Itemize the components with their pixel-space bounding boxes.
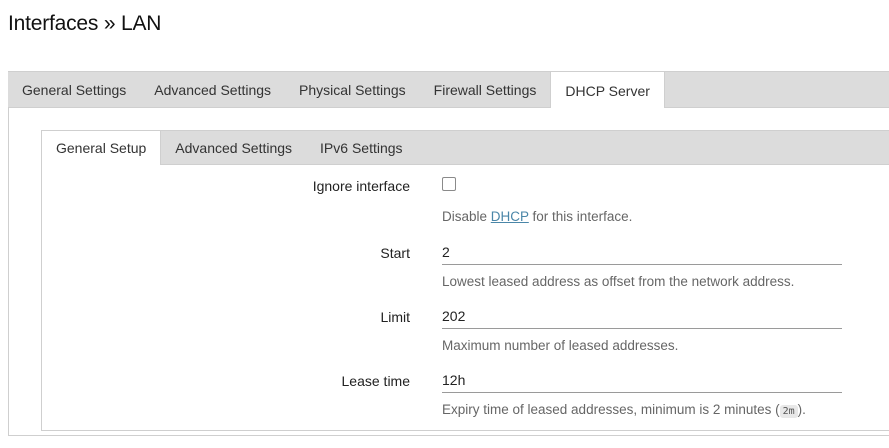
lease-desc-text-before: Expiry time of leased addresses, minimum… bbox=[442, 402, 780, 417]
start-description: Lowest leased address as offset from the… bbox=[442, 274, 795, 289]
ignore-desc-text-before: Disable bbox=[442, 209, 491, 224]
lease-time-label: Lease time bbox=[341, 373, 410, 389]
limit-input[interactable] bbox=[442, 303, 842, 329]
limit-description: Maximum number of leased addresses. bbox=[442, 338, 679, 353]
lease-desc-text-after: ). bbox=[797, 402, 806, 417]
page-title: Interfaces » LAN bbox=[8, 12, 162, 35]
subtab-advanced-settings[interactable]: Advanced Settings bbox=[161, 131, 306, 165]
ignore-desc-text-after: for this interface. bbox=[528, 209, 633, 224]
limit-label: Limit bbox=[380, 309, 410, 325]
lease-time-input[interactable] bbox=[442, 367, 842, 393]
subtab-general-setup[interactable]: General Setup bbox=[41, 130, 162, 165]
main-tab-bar: General Settings Advanced Settings Physi… bbox=[8, 71, 889, 108]
tab-advanced-settings[interactable]: Advanced Settings bbox=[140, 72, 285, 108]
sub-tab-bar: General Setup Advanced Settings IPv6 Set… bbox=[41, 130, 889, 165]
lease-time-description: Expiry time of leased addresses, minimum… bbox=[442, 402, 806, 418]
lease-min-code: 2m bbox=[779, 405, 798, 418]
ignore-interface-description: Disable DHCP for this interface. bbox=[442, 209, 632, 224]
tab-general-settings[interactable]: General Settings bbox=[8, 72, 140, 108]
tab-dhcp-server[interactable]: DHCP Server bbox=[550, 71, 665, 108]
ignore-interface-checkbox[interactable] bbox=[442, 177, 456, 191]
tab-firewall-settings[interactable]: Firewall Settings bbox=[420, 72, 551, 108]
tab-physical-settings[interactable]: Physical Settings bbox=[285, 72, 420, 108]
start-input[interactable] bbox=[442, 239, 842, 265]
ignore-interface-label: Ignore interface bbox=[312, 178, 410, 194]
start-label: Start bbox=[380, 245, 410, 261]
dhcp-link[interactable]: DHCP bbox=[491, 209, 529, 224]
subtab-ipv6-settings[interactable]: IPv6 Settings bbox=[306, 131, 417, 165]
